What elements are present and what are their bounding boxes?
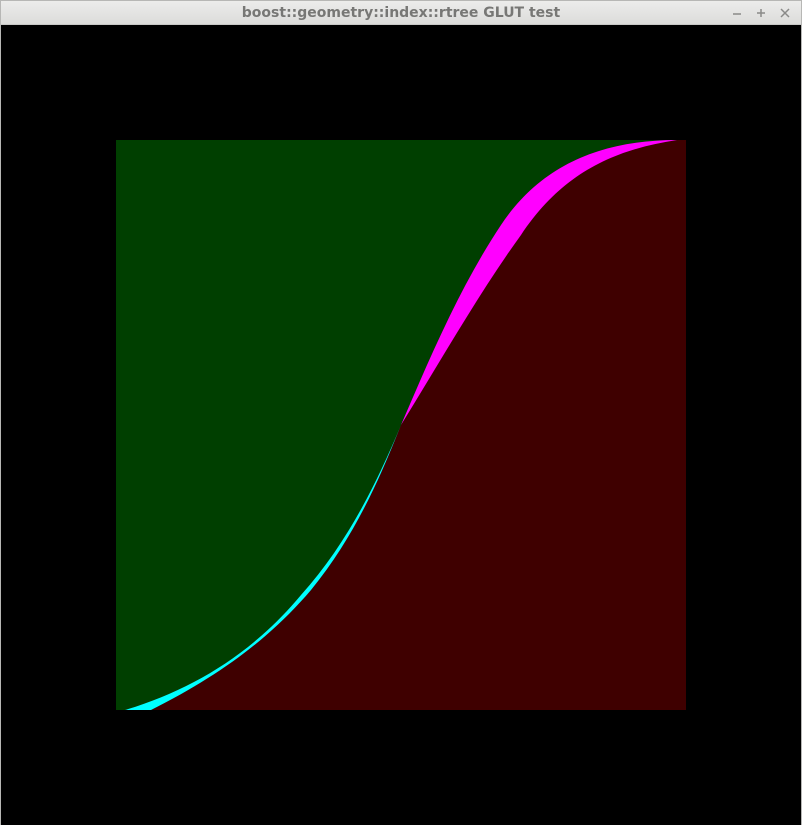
maximize-icon [757, 9, 765, 17]
minimize-icon [733, 13, 741, 15]
minimize-button[interactable] [731, 7, 743, 19]
close-icon [780, 8, 790, 18]
maximize-button[interactable] [755, 7, 767, 19]
window-controls [731, 1, 791, 25]
close-button[interactable] [779, 7, 791, 19]
glut-canvas[interactable] [1, 25, 801, 825]
scene-svg [1, 25, 801, 825]
window-title: boost::geometry::index::rtree GLUT test [241, 5, 561, 21]
title-bar[interactable]: boost::geometry::index::rtree GLUT test [1, 1, 801, 25]
app-window: boost::geometry::index::rtree GLUT test [0, 0, 802, 825]
